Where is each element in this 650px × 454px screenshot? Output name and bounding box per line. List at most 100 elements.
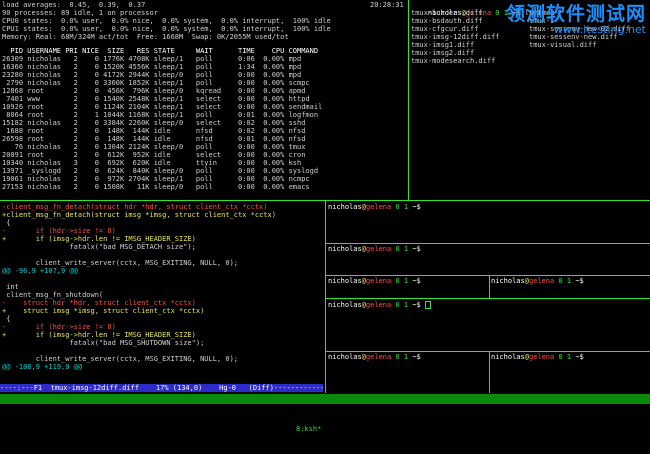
process-row: 1688 root 2 0 148K 144K idle nfsd 0:02 0… [2, 127, 306, 135]
prompt-nums: 0 1 [391, 277, 413, 285]
prompt-host: gelena [365, 277, 392, 285]
prompt-tail: ~$ [412, 245, 421, 253]
diff-line: +client_msg_fn_detach(struct imsg *imsg,… [2, 211, 276, 219]
less-status-bar: ----:---F1 tmux-imsg-12diff.diff 17% (13… [0, 384, 323, 392]
prompt-host: gelena [365, 245, 392, 253]
shell-pane-1[interactable]: nicholas@gelena 0 1 ~$ [328, 203, 648, 243]
file-name: tmux-imsg1.diff [411, 41, 475, 49]
diff-line: - if (hdr->size != 0) [2, 227, 116, 235]
pane-border-v-top[interactable] [408, 0, 409, 200]
process-row: 26309 nicholas 2 0 1776K 4708K sleep/1 p… [2, 55, 302, 63]
shell-pane-6[interactable]: nicholas@gelena 0 1 ~$ [328, 353, 487, 391]
prompt-user: nicholas [328, 301, 362, 309]
shell-pane-4[interactable]: nicholas@gelena 0 1 ~$ [491, 277, 648, 297]
prompt-user: nicholas [491, 353, 525, 361]
process-row: 19061 nicholas 2 0 972K 2704K sleep/1 po… [2, 175, 310, 183]
prompt-tail: ~$ [412, 277, 421, 285]
window-list-middle[interactable]: 5:ksh 6:ksh 7:ksh [196, 414, 293, 424]
diff-line: - struct hdr *hdr, struct client_ctx *cc… [2, 299, 196, 307]
prompt-tail: ~$ [412, 203, 421, 211]
pane-border-v-small-2[interactable] [489, 351, 490, 393]
process-row: 10340 nicholas 3 0 692K 620K idle ttyin … [2, 159, 302, 167]
diff-line: fatalx("bad MSG_DETACH size"); [2, 243, 196, 251]
prompt: nicholas@gelena 0 1 ~$ [328, 301, 421, 309]
process-row: 13971 _syslogd 2 0 624K 840K sleep/0 pol… [2, 167, 319, 175]
tmux-status-bar: [0] 0:irssi 1:todo 2:ncmpc 3:mutt 5:ksh … [0, 394, 650, 453]
prompt-nums: 0 1 [554, 353, 576, 361]
pane-border-h-3[interactable] [325, 298, 650, 299]
diff-line [2, 347, 323, 355]
watermark: 领测软件测试网 www.ltesting.net [505, 3, 646, 36]
diff-line: @@ -96,9 +107,9 @@ [2, 267, 78, 275]
pane-border-v-bottom[interactable] [325, 200, 326, 393]
stats-line: CPU0 states: 0.0% user, 0.0% nice, 0.0% … [2, 17, 331, 25]
diff-line: client_msg_fn_shutdown( [2, 291, 104, 299]
pane-border-v-small-1[interactable] [489, 275, 490, 298]
diff-line: + if (imsg->hdr.len != IMSG_HEADER_SIZE) [2, 235, 196, 243]
stats-line: Memory: Real: 68M/324M act/tot Free: 166… [2, 33, 289, 41]
diff-line: fatalx("bad MSG_SHUTDOWN size"); [2, 339, 205, 347]
process-row: 7401 www 2 0 1540K 2548K sleep/1 select … [2, 95, 310, 103]
pane-border-h-4[interactable] [325, 351, 650, 352]
diff-line: - if (hdr->size != 0) [2, 323, 116, 331]
prompt-tail: ~$ [575, 277, 584, 285]
process-row: 26598 root 2 0 148K 144K idle nfsd 0:01 … [2, 135, 306, 143]
file-name: tmux-imsg2.diff [411, 49, 475, 57]
window-list-right[interactable]: 9:ksh 10:ksh 11:ksh [322, 434, 419, 444]
active-prompt: nicholas@gelena 0 1 ~$ [328, 301, 648, 309]
cursor [424, 301, 431, 309]
prompt-host: gelena [365, 203, 392, 211]
diff-line [2, 275, 323, 283]
process-row: 16366 nicholas 2 0 1520K 4556K sleep/1 p… [2, 63, 302, 71]
shell-pane-2[interactable]: nicholas@gelena 0 1 ~$ [328, 245, 648, 275]
prompt-tail: ~$ [412, 353, 421, 361]
pane-border-h-1[interactable] [325, 243, 650, 244]
process-row: 10926 root 2 0 1124K 2104K sleep/1 selec… [2, 103, 323, 111]
status-clock: "dolena" 20:28 24-Jul-09 [546, 445, 648, 453]
process-row: 76 nicholas 2 0 1304K 2124K sleep/0 poll… [2, 143, 306, 151]
prompt-tail: ~$ [412, 301, 421, 309]
prompt: nicholas@gelena 0 1 ~$ [491, 353, 648, 361]
top-clock: 20:28:31 [370, 1, 404, 9]
diff-line: { [2, 219, 11, 227]
diff-line: { [2, 315, 11, 323]
diff-line: -client_msg_fn_detach(struct hdr *hdr, s… [2, 203, 268, 211]
window-list-left[interactable]: [0] 0:irssi 1:todo 2:ncmpc 3:mutt [2, 404, 158, 414]
diff-line [2, 251, 323, 259]
prompt-nums: 0 1 [554, 277, 576, 285]
process-row: 2790 nicholas 2 0 3360K 1852K sleep/1 po… [2, 79, 310, 87]
stats-line: load averages: 0.45, 0.39, 0.37 [2, 1, 146, 9]
diff-line: + struct imsg *imsg, struct client_ctx *… [2, 307, 205, 315]
diff-line: + if (imsg->hdr.len != IMSG_HEADER_SIZE) [2, 331, 196, 339]
current-window[interactable]: 8:ksh* [296, 424, 322, 434]
shell-pane-5[interactable]: nicholas@gelena 0 1 ~$ [328, 301, 648, 351]
prompt-host: gelena [365, 353, 392, 361]
diff-line: client_write_server(cctx, MSG_EXITING, N… [2, 355, 239, 363]
file-name: tmux-modesearch.diff [411, 57, 496, 65]
pane-border-h-2[interactable] [325, 275, 650, 276]
prompt-user: nicholas [328, 203, 362, 211]
prompt-host: gelena [528, 353, 555, 361]
prompt-host: gelena [528, 277, 555, 285]
process-row: 23280 nicholas 2 0 4172K 2944K sleep/0 p… [2, 71, 302, 79]
shell-pane-3[interactable]: nicholas@gelena 0 1 ~$ [328, 277, 487, 297]
diff-pane[interactable]: -client_msg_fn_detach(struct hdr *hdr, s… [2, 203, 323, 384]
prompt-nums: 0 1 [391, 353, 413, 361]
prompt-user: nicholas [328, 277, 362, 285]
diff-line: client_write_server(cctx, MSG_EXITING, N… [2, 259, 239, 267]
file-name: tmux-visual.diff [529, 41, 597, 49]
diff-line: @@ -108,9 +119,9 @@ [2, 363, 83, 371]
prompt-tail: ~$ [575, 353, 584, 361]
process-row: 27153 nicholas 2 0 1508K 11K sleep/0 pol… [2, 183, 310, 191]
prompt: nicholas@gelena 0 1 ~$ [328, 203, 648, 211]
process-row: 15182 nicholas 2 0 3384K 2260K sleep/0 s… [2, 119, 306, 127]
process-row: 12868 root 2 0 456K 796K sleep/0 kqread … [2, 87, 306, 95]
process-row: 20091 root 2 0 612K 952K idle select 0:0… [2, 151, 306, 159]
process-row: 8064 root 2 1 1044K 1168K sleep/1 poll 0… [2, 111, 319, 119]
stats-line: 90 processes: 89 idle, 1 on processor [2, 9, 158, 17]
prompt-user: nicholas [491, 277, 525, 285]
shell-pane-7[interactable]: nicholas@gelena 0 1 ~$ [491, 353, 648, 391]
top-pane: load averages: 0.45, 0.39, 0.37 90 proces… [2, 1, 406, 199]
prompt: nicholas@gelena 0 1 ~$ [328, 353, 487, 361]
prompt-nums: 0 1 [391, 301, 413, 309]
